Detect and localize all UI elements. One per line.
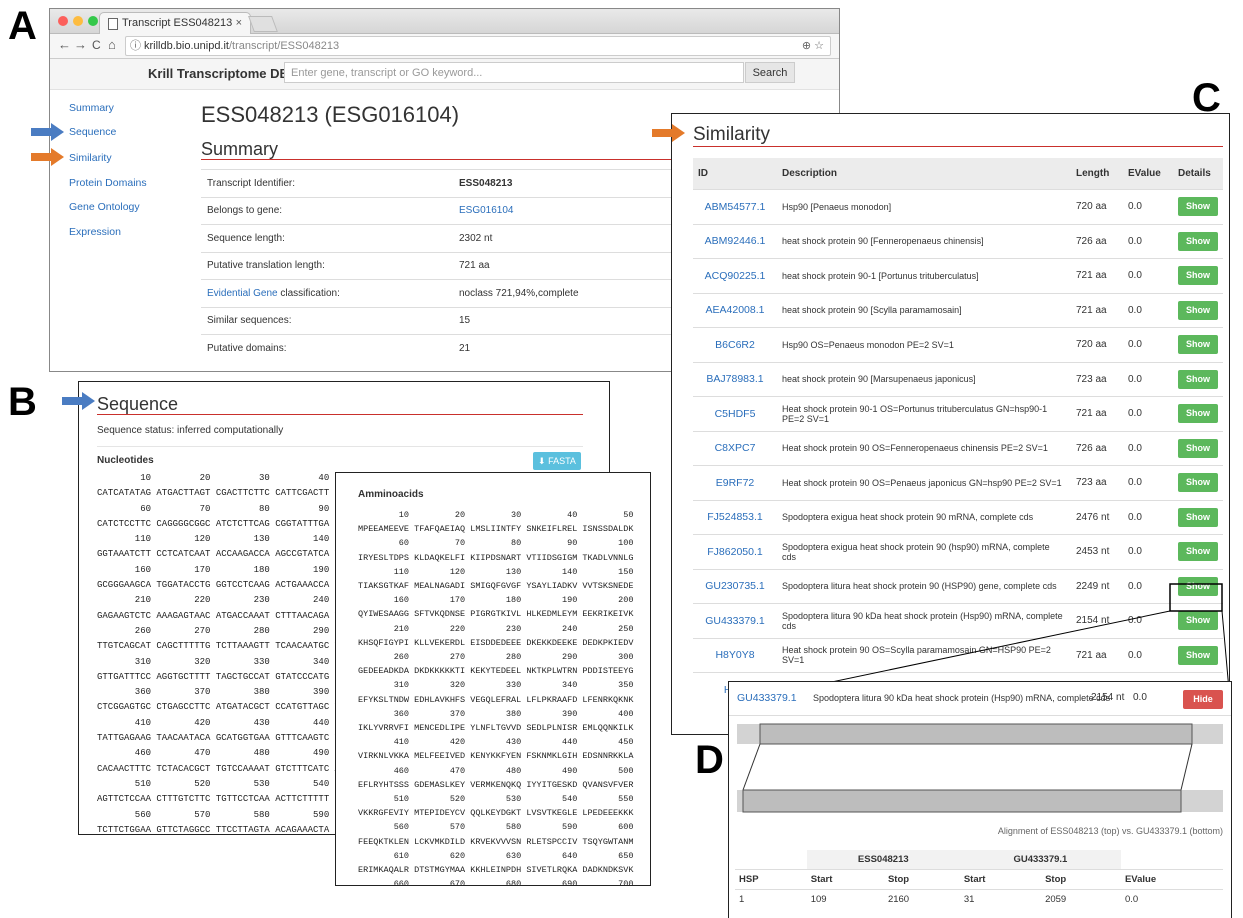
alignment-caption: Alignment of ESS048213 (top) vs. GU43337… [997, 826, 1223, 836]
column-header-start: Start [810, 874, 833, 885]
table-header-row: ESS048213 GU433379.1 [735, 850, 1223, 870]
detail-row: GU433379.1 Spodoptera litura 90 kDa heat… [729, 682, 1231, 716]
detail-description: Spodoptera litura 90 kDa heat shock prot… [813, 693, 1111, 703]
query-start: 109 [810, 894, 827, 905]
column-header-hsp: HSP [739, 874, 759, 885]
callout-line [1221, 610, 1230, 691]
subject-hsp-bar [742, 789, 1182, 813]
panel-d-alignment-detail: GU433379.1 Spodoptera litura 90 kDa heat… [728, 681, 1232, 918]
mapping-line [1180, 743, 1193, 791]
hide-button[interactable]: Hide [1183, 690, 1223, 709]
table-header-row: HSP Start Stop Start Stop EValue [735, 870, 1223, 890]
query-group-header: ESS048213 [806, 850, 960, 870]
hsp-number: 1 [739, 894, 745, 905]
column-header-start: Start [963, 874, 986, 885]
table-row: 1 109 2160 31 2059 0.0 [735, 890, 1223, 910]
subject-stop: 2059 [1045, 894, 1067, 905]
detail-id-link[interactable]: GU433379.1 [737, 692, 797, 704]
subject-group-header: GU433379.1 [959, 850, 1121, 870]
hsp-table: ESS048213 GU433379.1 HSP Start Stop Star… [735, 850, 1223, 909]
query-hsp-bar [759, 723, 1193, 745]
hsp-evalue: 0.0 [1124, 894, 1139, 905]
column-header-stop: Stop [887, 874, 910, 885]
alignment-graphic [737, 723, 1223, 813]
query-stop: 2160 [887, 894, 910, 905]
subject-start: 31 [963, 894, 975, 905]
mapping-line [742, 743, 761, 791]
detail-evalue: 0.0 [1133, 692, 1147, 703]
column-header-evalue: EValue [1124, 874, 1157, 885]
detail-length: 2154 nt [1091, 692, 1125, 703]
column-header-stop: Stop [1045, 874, 1067, 885]
callout-box [1169, 583, 1223, 612]
